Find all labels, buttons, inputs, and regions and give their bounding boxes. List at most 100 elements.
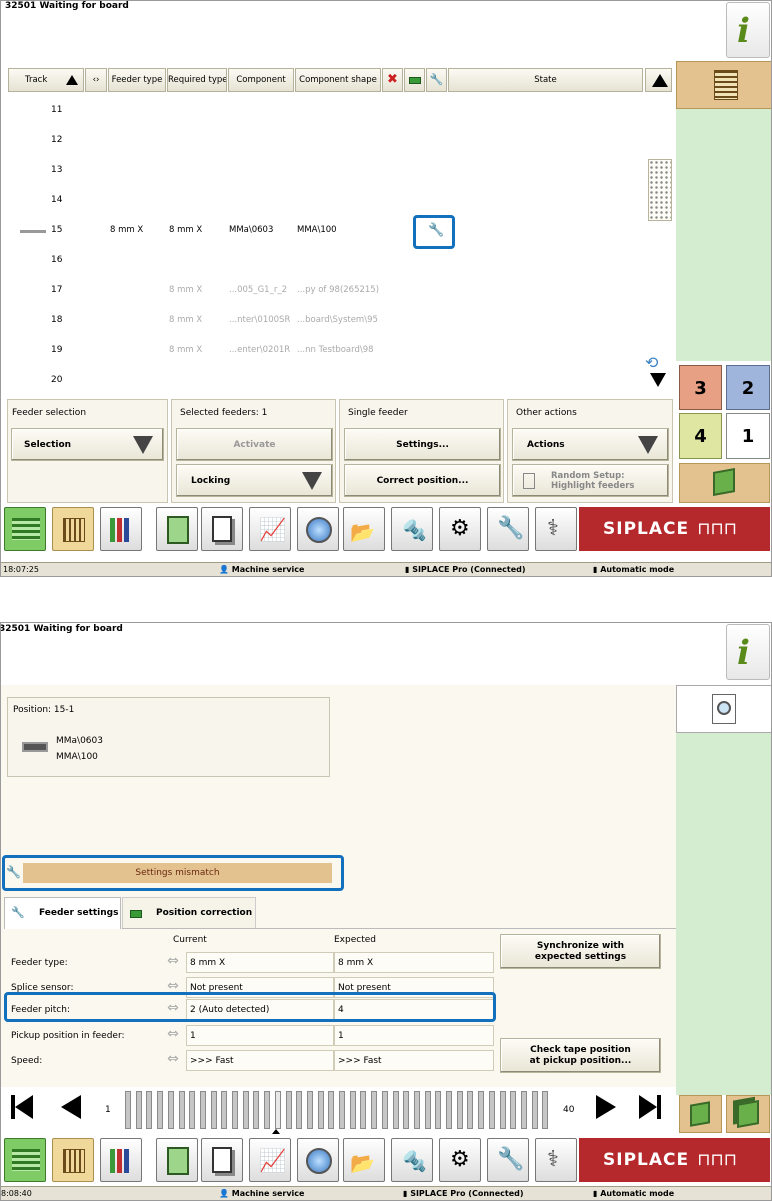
head-2-button[interactable]: 2: [726, 365, 770, 410]
track-segment[interactable]: [478, 1091, 485, 1129]
toolbar-nozzle-button[interactable]: 🔩: [391, 507, 433, 551]
toolbar-feeder-table-button[interactable]: [52, 507, 94, 551]
header-swap[interactable]: ‹›: [85, 68, 107, 92]
track-segment[interactable]: [146, 1091, 153, 1129]
actions-dropdown[interactable]: Actions: [512, 428, 669, 461]
toolbar-documents-button[interactable]: [201, 507, 243, 551]
table-row-track[interactable]: 13: [51, 165, 62, 175]
synchronize-button[interactable]: Synchronize with expected settings: [500, 934, 661, 969]
track-segment[interactable]: [488, 1091, 495, 1129]
track-segment[interactable]: [264, 1091, 271, 1129]
track-segment[interactable]: [157, 1091, 164, 1129]
track-segment[interactable]: [328, 1091, 335, 1129]
header-component-shape[interactable]: Component shape: [295, 68, 381, 92]
track-segment[interactable]: [360, 1091, 367, 1129]
table-row-track[interactable]: 19: [51, 345, 62, 355]
table-row-track[interactable]: 15: [51, 225, 62, 235]
copy-arrow-icon[interactable]: ⇔: [163, 1051, 183, 1069]
detail-view-tab[interactable]: [676, 685, 771, 733]
copy-arrow-icon[interactable]: ⇔: [163, 953, 183, 971]
track-segment[interactable]: [232, 1091, 238, 1129]
list-view-tab[interactable]: [676, 61, 771, 109]
table-row-track[interactable]: 14: [51, 195, 62, 205]
toolbar-money-button[interactable]: [4, 507, 46, 551]
correct-position-button[interactable]: Correct position...: [344, 464, 501, 497]
track-segment[interactable]: [424, 1091, 431, 1129]
toolbar-service-button[interactable]: 🔧: [487, 507, 529, 551]
header-state[interactable]: State: [448, 68, 643, 92]
last-track-button[interactable]: [637, 1091, 665, 1123]
selection-dropdown[interactable]: Selection: [11, 428, 164, 461]
track-segment[interactable]: [167, 1091, 174, 1129]
track-segment[interactable]: [221, 1091, 228, 1129]
locking-dropdown[interactable]: Locking: [176, 464, 333, 497]
info-button[interactable]: i: [726, 2, 770, 58]
check-tape-position-button[interactable]: Check tape position at pickup position..…: [500, 1038, 661, 1073]
toolbar-stethoscope-button[interactable]: ⚕: [535, 507, 577, 551]
track-segment[interactable]: [413, 1091, 420, 1129]
previous-track-button[interactable]: [59, 1091, 85, 1123]
header-feeder-icon[interactable]: [404, 68, 425, 92]
toolbar-feeder-table-button[interactable]: [52, 1138, 94, 1182]
head-3-button[interactable]: 3: [679, 365, 722, 410]
track-segment[interactable]: [274, 1091, 281, 1129]
wrench-highlight[interactable]: 🔧: [413, 215, 455, 249]
settings-button[interactable]: Settings...: [344, 428, 501, 461]
table-row-track[interactable]: 18: [51, 315, 62, 325]
track-segment[interactable]: [339, 1091, 345, 1129]
track-segment[interactable]: [446, 1091, 452, 1129]
toolbar-service-button[interactable]: 🔧: [487, 1138, 529, 1182]
toolbar-stats-button[interactable]: [100, 507, 142, 551]
toolbar-gears-button[interactable]: ⚙: [439, 507, 481, 551]
head-4-button[interactable]: 4: [679, 413, 722, 459]
toolbar-camera-button[interactable]: [297, 507, 339, 551]
forward-step-button[interactable]: [726, 1095, 770, 1133]
track-segment[interactable]: [510, 1091, 517, 1129]
toolbar-chart-button[interactable]: 📈: [249, 507, 291, 551]
toolbar-nozzle-button[interactable]: 🔩: [391, 1138, 433, 1182]
info-button[interactable]: i: [726, 624, 770, 680]
next-step-button[interactable]: [679, 463, 770, 503]
track-segment[interactable]: [531, 1091, 538, 1129]
track-segment[interactable]: [542, 1091, 549, 1129]
toolbar-documents-button[interactable]: [201, 1138, 243, 1182]
track-segment[interactable]: [189, 1091, 196, 1129]
track-segment[interactable]: [403, 1091, 410, 1129]
track-segment[interactable]: [135, 1091, 142, 1129]
toolbar-board-button[interactable]: [156, 507, 198, 551]
toolbar-money-button[interactable]: [4, 1138, 46, 1182]
track-segment[interactable]: [253, 1091, 260, 1129]
table-row-track[interactable]: 12: [51, 135, 62, 145]
table-row-track[interactable]: 11: [51, 105, 62, 115]
first-track-button[interactable]: [9, 1091, 37, 1123]
track-segment[interactable]: [381, 1091, 388, 1129]
track-segment[interactable]: [392, 1091, 399, 1129]
track-segment[interactable]: [285, 1091, 292, 1129]
scrollbar-thumb[interactable]: [648, 159, 672, 221]
toolbar-board-button[interactable]: [156, 1138, 198, 1182]
header-component[interactable]: Component: [228, 68, 294, 92]
table-row-track[interactable]: 17: [51, 285, 62, 295]
toolbar-gears-button[interactable]: ⚙: [439, 1138, 481, 1182]
head-1-button[interactable]: 1: [726, 413, 770, 459]
activate-button[interactable]: Activate: [176, 428, 333, 461]
toolbar-camera-button[interactable]: [297, 1138, 339, 1182]
scroll-down-button[interactable]: ⟲: [645, 353, 672, 391]
track-segment[interactable]: [456, 1091, 463, 1129]
random-setup-button[interactable]: Random Setup: Highlight feeders: [512, 464, 669, 497]
track-segment[interactable]: [296, 1091, 303, 1129]
copy-arrow-icon[interactable]: ⇔: [163, 1026, 183, 1044]
track-segment[interactable]: [467, 1091, 474, 1129]
track-segment[interactable]: [499, 1091, 506, 1129]
header-wrench-icon[interactable]: 🔧: [426, 68, 447, 92]
track-segment[interactable]: [371, 1091, 378, 1129]
track-segment[interactable]: [125, 1091, 131, 1129]
track-segment[interactable]: [349, 1091, 356, 1129]
next-track-button[interactable]: [594, 1091, 620, 1123]
track-segment[interactable]: [435, 1091, 442, 1129]
track-segments[interactable]: [125, 1091, 555, 1131]
scroll-up-button[interactable]: [645, 68, 672, 92]
toolbar-tray-button[interactable]: 📂: [343, 1138, 385, 1182]
track-segment[interactable]: [520, 1091, 527, 1129]
track-segment[interactable]: [199, 1091, 206, 1129]
